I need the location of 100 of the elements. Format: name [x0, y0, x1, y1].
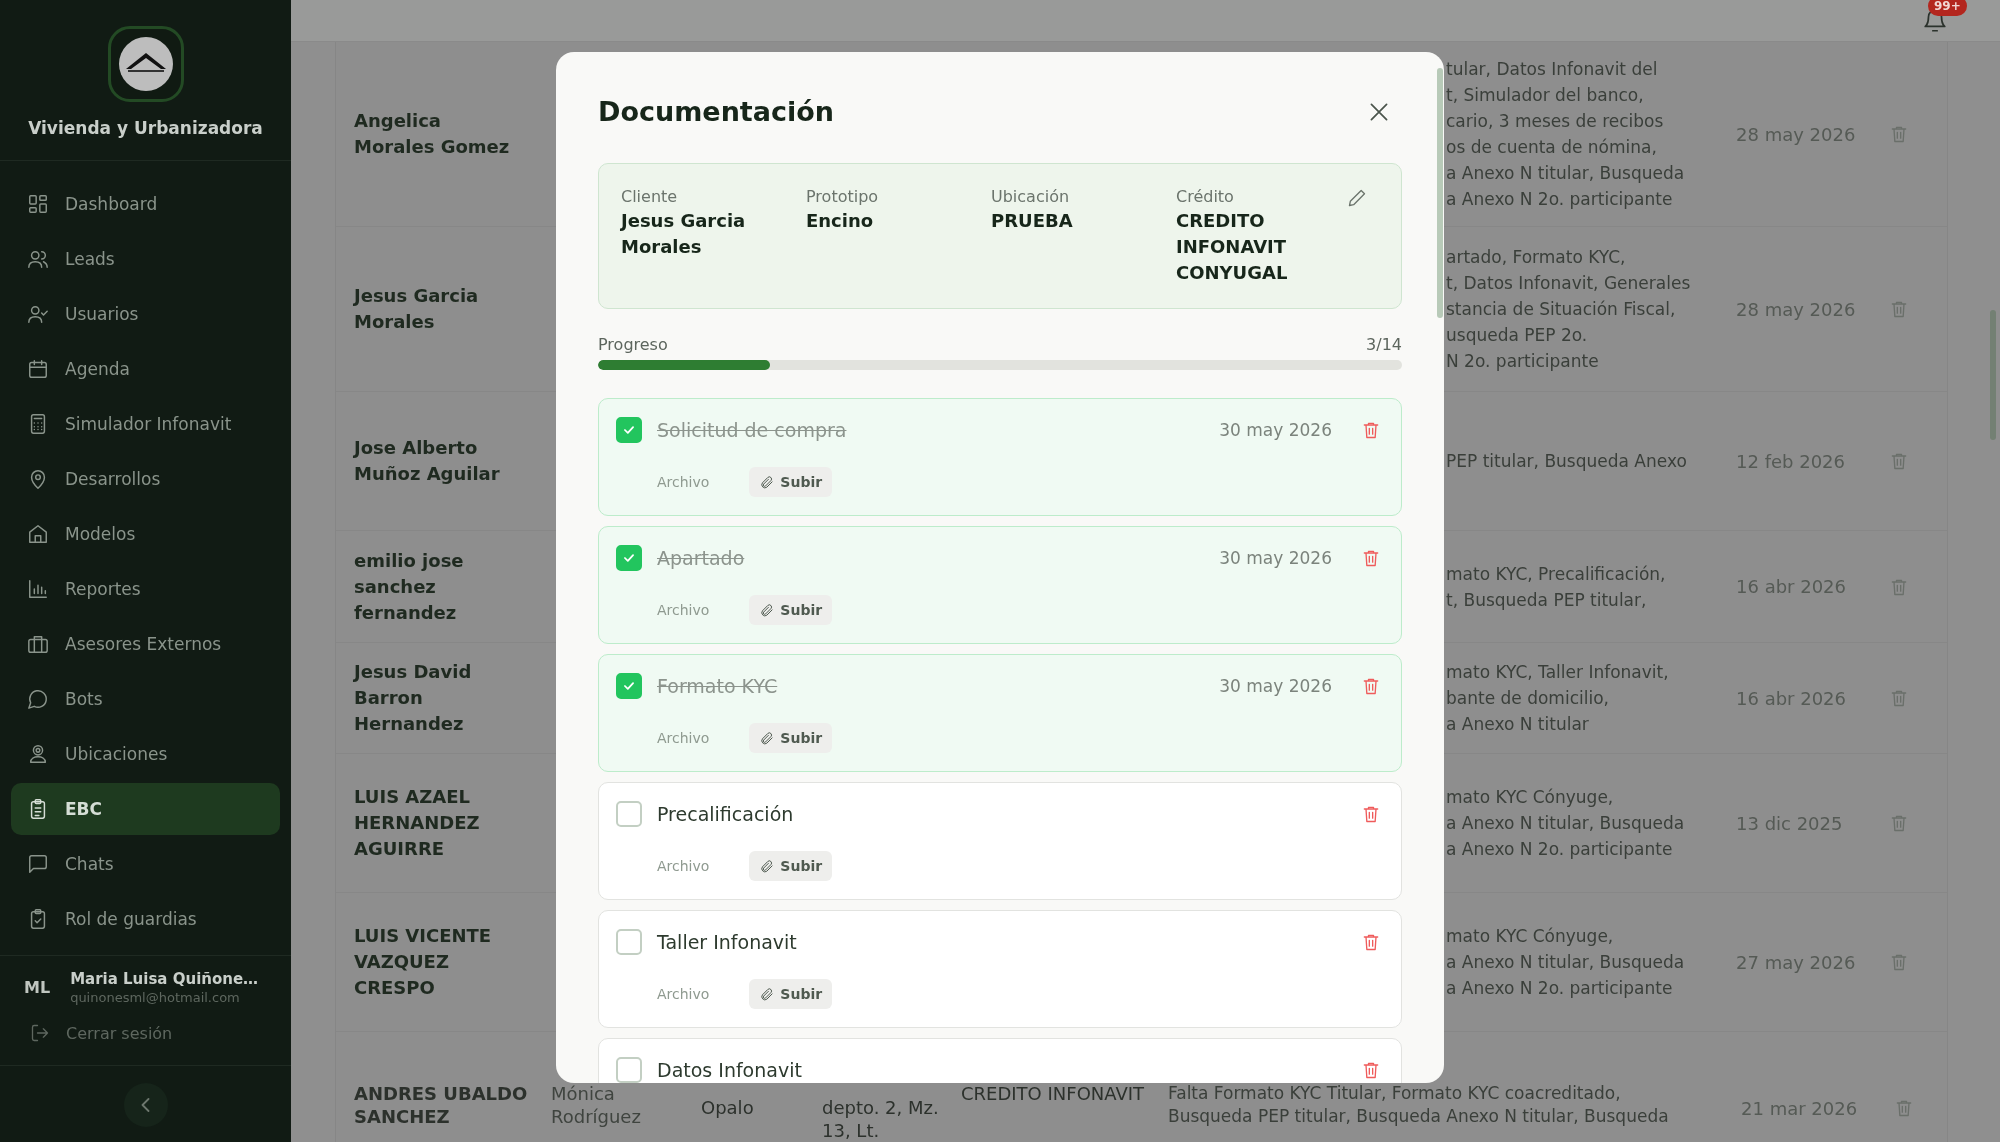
nav-item[interactable]: Agenda [11, 343, 280, 395]
trash-icon [1889, 124, 1909, 144]
table-cell-text: Opalo [701, 1096, 755, 1119]
info-value: PRUEBA [991, 209, 1074, 233]
progress-label: Progreso [598, 335, 668, 354]
info-label: Cliente [621, 186, 679, 208]
table-cell-text: LUIS VICENTE VAZQUEZ CRESPO [354, 924, 493, 1000]
document-title: Datos Infonavit [657, 1059, 803, 1081]
paperclip-icon [759, 474, 775, 490]
checkbox[interactable] [616, 801, 642, 827]
nav-item[interactable]: Ubicaciones [11, 728, 280, 780]
table-cell-text: Falta Formato KYC Titular, Formato KYC coacreditado, Busqueda PEP titular, Busqueda Anexo N titular, Busqueda [1168, 1082, 1670, 1128]
checkbox[interactable] [616, 1057, 642, 1083]
trash-icon [1889, 952, 1909, 972]
info-value: Jesus Garcia Morales [621, 209, 747, 259]
document-title: Precalificación [657, 803, 795, 825]
logout-link[interactable]: Cerrar sesión [0, 1005, 291, 1065]
table-cell-text: emilio jose sanchez fernandez [354, 548, 465, 625]
upload-button[interactable]: Subir [749, 723, 833, 753]
info-label: Prototipo [806, 186, 880, 208]
table-cell-text: artado, Formato KYC, t, Datos Infonavit, Generales stancia de Situación Fiscal, usqueda PEP 2o. N 2o. participante [1446, 246, 1692, 373]
checkbox[interactable] [616, 673, 642, 699]
checkbox[interactable] [616, 417, 642, 443]
bar-chart-icon [27, 578, 49, 600]
table-cell-text: 16 abr 2026 [1736, 687, 1847, 709]
collapse-button[interactable] [123, 1083, 168, 1127]
nav-item[interactable]: Reportes [11, 563, 280, 615]
trash-icon [1361, 420, 1381, 440]
message-icon [27, 853, 49, 875]
nav-item[interactable]: Asesores Externos [11, 618, 280, 670]
document-date: 30 may 2026 [1219, 420, 1332, 440]
document-title: Apartado [657, 547, 746, 569]
nav-item[interactable]: Modelos [11, 508, 280, 560]
check-icon [622, 679, 636, 693]
calendar-icon [27, 358, 49, 380]
nav-item[interactable]: Dashboard [11, 178, 280, 230]
checkbox[interactable] [616, 929, 642, 955]
upload-button[interactable]: Subir [749, 851, 833, 881]
pencil-icon [1347, 188, 1367, 208]
table-cell-text: Angelica Morales Gomez [354, 109, 511, 159]
file-label: Archivo [657, 474, 710, 490]
dialog-title: Documentación [598, 96, 834, 127]
checkbox[interactable] [616, 545, 642, 571]
table-cell-text: LUIS AZAEL HERNANDEZ AGUIRRE [354, 785, 481, 861]
nav-item[interactable]: EBC [11, 783, 280, 835]
upload-button[interactable]: Subir [749, 467, 833, 497]
table-cell-text: Jesus David Barron Hernandez [354, 660, 473, 736]
nav-item[interactable]: Desarrollos [11, 453, 280, 505]
table-cell-text: mato KYC, Precalificación, t, Busqueda PEP titular, [1446, 562, 1667, 612]
table-cell-text: Jose Alberto Muñoz Aguilar [354, 436, 501, 486]
users-icon [27, 248, 49, 270]
user-check-icon [27, 303, 49, 325]
table-cell-text: mato KYC Cónyuge, a Anexo N titular, Busqueda a Anexo N 2o. participante [1446, 786, 1686, 861]
nav-item[interactable]: Bots [11, 673, 280, 725]
file-label: Archivo [657, 602, 710, 618]
file-label: Archivo [657, 858, 710, 874]
upload-button[interactable]: Subir [749, 979, 833, 1009]
table-cell-text: 12 feb 2026 [1736, 450, 1846, 472]
trash-icon [1889, 451, 1909, 471]
chevron-left-icon [141, 1098, 150, 1112]
nav-item[interactable]: Rol de guardias [11, 893, 280, 945]
paperclip-icon [759, 602, 775, 618]
table-cell-text: tular, Datos Infonavit del t, Simulador del banco, cario, 3 meses de recibos os de cuenta de nómina, a Anexo N titular, Busqueda a Anexo N 2o. participante [1446, 58, 1686, 211]
trash-icon [1361, 804, 1381, 824]
person-pin-icon [27, 743, 49, 765]
trash-icon [1361, 1060, 1381, 1080]
nav-item[interactable]: Usuarios [11, 288, 280, 340]
check-icon [622, 551, 636, 565]
trash-icon [1889, 299, 1909, 319]
home-icon [27, 523, 49, 545]
trash-icon [1889, 688, 1909, 708]
user-name: Maria Luisa Quiñone… [70, 970, 259, 988]
nav-item[interactable]: Leads [11, 233, 280, 285]
document-title: Solicitud de compra [657, 419, 848, 441]
table-cell-text: 16 abr 2026 [1736, 576, 1847, 597]
file-label: Archivo [657, 986, 710, 1002]
scrollbar-thumb[interactable] [1437, 68, 1443, 318]
table-cell-text: 13 dic 2025 [1736, 812, 1844, 834]
table-cell-text: mato KYC, Taller Infonavit, bante de domicilio, a Anexo N titular [1446, 661, 1670, 736]
logout-icon [30, 1023, 50, 1043]
progress-count: 3/14 [1366, 335, 1402, 354]
table-cell-text: 21 mar 2026 [1741, 1098, 1859, 1119]
table-cell-text: Jesus Garcia Morales [354, 284, 480, 334]
user-email: quinonesml@hotmail.com [70, 990, 241, 1005]
table-cell-text: depto. 2, Mz. 13, Lt. [822, 1096, 940, 1142]
table-cell-text: PEP titular, Busqueda Anexo [1446, 450, 1688, 473]
upload-button[interactable]: Subir [749, 595, 833, 625]
table-cell-text: ANDRES UBALDO SANCHEZ [354, 1082, 529, 1128]
table-cell-text: mato KYC Cónyuge, a Anexo N titular, Busqueda a Anexo N 2o. participante [1446, 925, 1686, 1000]
check-icon [622, 423, 636, 437]
user-initials: ML [24, 978, 51, 997]
nav-item[interactable]: Chats [11, 838, 280, 890]
info-label: Ubicación [991, 186, 1071, 208]
nav-item[interactable]: Simulador Infonavit [11, 398, 280, 450]
grid-icon [27, 193, 49, 215]
file-label: Archivo [657, 730, 710, 746]
document-title: Formato KYC [657, 675, 779, 697]
table-cell-text: 28 may 2026 [1736, 123, 1857, 145]
document-title: Taller Infonavit [657, 931, 798, 953]
scrollbar-thumb[interactable] [1990, 310, 1996, 440]
